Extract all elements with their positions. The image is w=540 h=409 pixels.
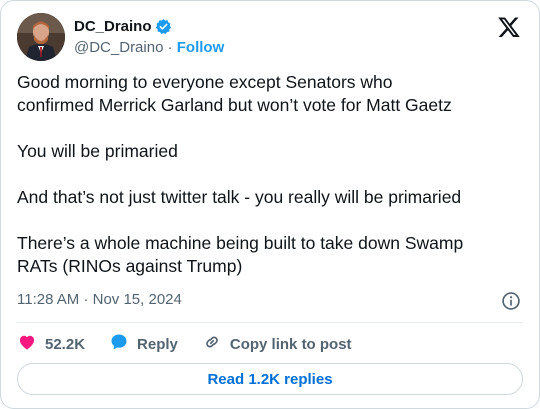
heart-icon	[17, 332, 37, 356]
handle-separator: ·	[167, 39, 173, 56]
info-icon[interactable]	[501, 291, 521, 311]
copy-link-button[interactable]: Copy link to post	[202, 332, 352, 356]
tweet-time: 11:28 AM	[17, 291, 80, 308]
meta-separator: ·	[83, 291, 89, 308]
tweet-embed-card: DC_Draino @DC_Draino · Follow Good morni…	[0, 0, 540, 409]
copy-link-label: Copy link to post	[229, 335, 352, 353]
reply-bubble-icon	[109, 332, 129, 356]
avatar[interactable]	[17, 13, 65, 61]
follow-button[interactable]: Follow	[177, 39, 225, 56]
divider	[17, 322, 523, 323]
tweet-text: Good morning to everyone except Senators…	[17, 72, 464, 276]
link-icon	[202, 332, 222, 356]
read-replies-button[interactable]: Read 1.2K replies	[17, 363, 523, 395]
like-button[interactable]: 52.2K	[17, 332, 85, 356]
author-display-name[interactable]: DC_Draino	[74, 17, 152, 36]
reply-button[interactable]: Reply	[109, 332, 178, 356]
tweet-date: Nov 15, 2024	[92, 291, 182, 308]
x-logo-icon[interactable]	[497, 15, 521, 39]
author-names: DC_Draino @DC_Draino · Follow	[74, 13, 224, 61]
tweet-header: DC_Draino @DC_Draino · Follow	[17, 13, 224, 61]
like-count: 52.2K	[45, 335, 86, 353]
tweet-timestamp[interactable]: 11:28 AM · Nov 15, 2024	[17, 291, 182, 308]
author-name-row: DC_Draino	[74, 17, 224, 36]
author-handle-row: @DC_Draino · Follow	[74, 38, 224, 57]
author-handle[interactable]: @DC_Draino	[74, 39, 163, 56]
verified-badge-icon	[155, 18, 172, 35]
action-bar: 52.2K Reply Copy link to post	[17, 332, 376, 356]
reply-label: Reply	[137, 335, 178, 353]
